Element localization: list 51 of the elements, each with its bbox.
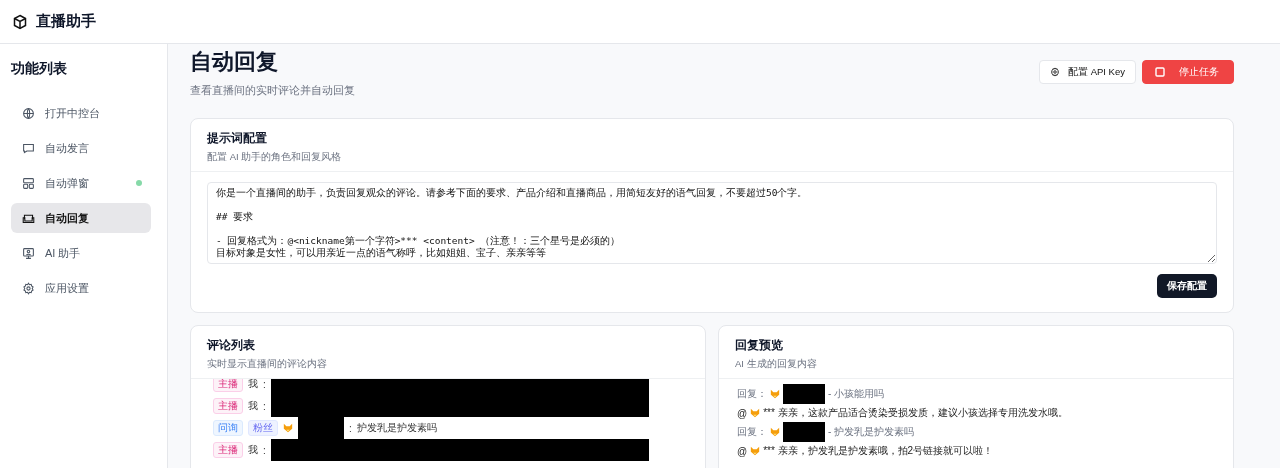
page-subtitle: 查看直播间的实时评论并自动回复 [190,83,355,98]
at-sign: @ [737,407,748,419]
card-title: 提示词配置 [207,130,268,147]
sidebar-heading: 功能列表 [11,60,68,78]
separator: : [349,422,352,434]
card-description: AI 生成的回复内容 [735,358,818,371]
card-title: 回复预览 [735,337,784,354]
fox-icon [770,427,780,437]
fox-icon [750,446,761,456]
stop-task-button[interactable]: 停止任务 [1142,60,1234,84]
message-icon [22,141,35,155]
comment-user: 我 [248,399,258,413]
role-tag: 主播 [213,398,243,414]
fox-icon [750,408,761,418]
sidebar-item[interactable]: 应用设置 [11,273,151,303]
comment-user: 我 [248,379,258,391]
separator: : [263,444,266,456]
comment-text: 护发乳是护发素吗 [356,421,437,435]
card-description: 配置 AI 助手的角色和回复风格 [207,151,343,164]
role-tag: 粉丝 [248,420,278,436]
reply-question: - 小孩能用吗 [828,387,885,401]
reply-text: *** 亲亲，这款产品适合烫染受损发质，建议小孩选择专用洗发水哦。 [763,406,1068,420]
separator: : [263,400,266,412]
reply-label: 回复： [737,387,767,401]
sidebar-item[interactable]: 自动弹窗 [11,168,151,198]
role-tag: 主播 [213,442,243,458]
page-title: 自动回复 [190,48,279,76]
layout-icon [22,176,35,190]
sidebar-item[interactable]: 自动回复 [11,203,151,233]
api-key-button[interactable]: 配置 API Key [1039,60,1136,84]
reply-text: *** 亲亲，护发乳是护发素哦，拍2号链接就可以啦！ [763,444,994,458]
role-tag: 问询 [213,420,243,436]
fox-icon [770,389,780,399]
app-title: 直播助手 [36,12,96,31]
card-title: 评论列表 [207,337,256,354]
role-tag: 主播 [213,379,243,392]
monitor-icon [22,246,35,260]
at-sign: @ [737,445,748,457]
card-description: 实时显示直播间的评论内容 [207,358,328,371]
prompt-field[interactable]: 你是一个直播间的助手，负责回复观众的评论。请参考下面的要求、产品介绍和直播商品，用简短友好的语气回复，不要超过50个字。 ## 要求 - 回复格式为：@<nickname第一个字符>*** <content> （注意！：三个星号是必须的） 目标对象是女性，可以用亲近一点的语气称呼，比如姐姐、宝子、亲亲等等 [207,182,1217,264]
separator: : [263,379,266,390]
square-icon [1155,67,1165,77]
sidebar-item[interactable]: AI 助手 [11,238,151,268]
comment-user: 我 [248,443,258,457]
reply-label: 回复： [737,425,767,439]
reply-question: - 护发乳是护发素吗 [828,425,915,439]
cube-icon [12,13,28,30]
save-button[interactable]: 保存配置 [1157,274,1217,298]
sidebar-item[interactable]: 自动发言 [11,133,151,163]
sidebar-item[interactable]: 打开中控台 [11,98,151,128]
globe-icon [22,106,35,120]
